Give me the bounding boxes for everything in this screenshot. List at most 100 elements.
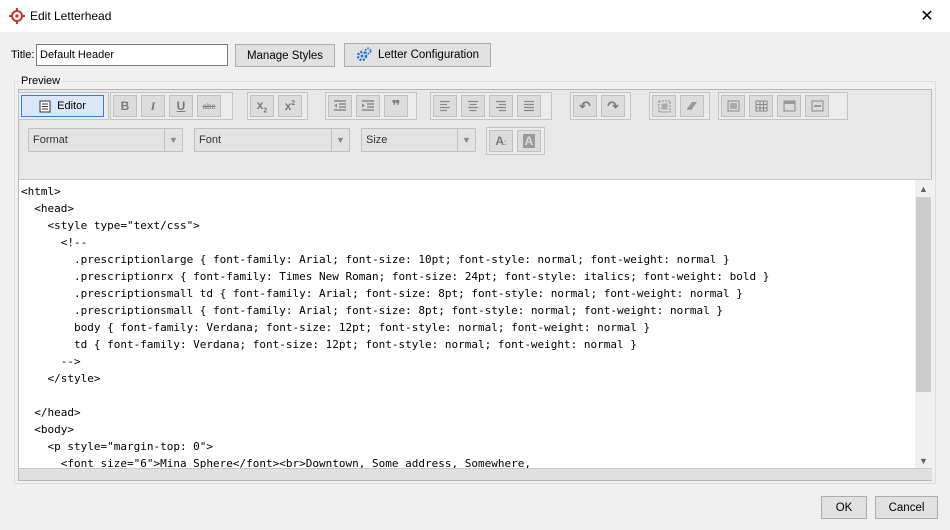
blockquote-button[interactable]: ❞ — [384, 95, 408, 117]
undo-icon: ↶ — [579, 97, 591, 114]
text-style-group: B I U abc — [110, 92, 233, 120]
text-color-icon: A: — [495, 134, 507, 148]
manage-styles-label: Manage Styles — [246, 49, 324, 62]
strikethrough-icon: abc — [202, 101, 216, 111]
manage-styles-button[interactable]: Manage Styles — [235, 44, 335, 67]
document-icon — [39, 100, 51, 112]
indent-button[interactable] — [356, 95, 380, 117]
window-title: Edit Letterhead — [30, 9, 112, 23]
underline-icon: U — [176, 99, 186, 113]
chevron-down-icon: ▼ — [331, 129, 349, 151]
ok-button[interactable]: OK — [821, 496, 867, 519]
font-select-value: Font — [199, 134, 222, 146]
code-line: <p style="margin-top: 0"> — [21, 440, 214, 453]
insert-header-row-button[interactable] — [777, 95, 801, 117]
format-select-value: Format — [33, 134, 68, 146]
scroll-down-icon[interactable]: ▼ — [915, 452, 932, 468]
color-group: A: A — [486, 127, 545, 155]
code-line: <body> — [21, 423, 74, 436]
align-justify-button[interactable] — [517, 95, 541, 117]
horizontal-rule-icon — [811, 100, 823, 112]
select-all-button[interactable] — [652, 95, 676, 117]
size-select-value: Size — [366, 134, 388, 146]
undo-button[interactable]: ↶ — [573, 95, 597, 117]
editor-bottom-strip — [19, 468, 932, 480]
outdent-button[interactable] — [328, 95, 352, 117]
code-line: </head> — [21, 406, 81, 419]
vertical-scrollbar[interactable]: ▲ ▼ — [915, 180, 932, 468]
align-right-button[interactable] — [489, 95, 513, 117]
align-left-button[interactable] — [433, 95, 457, 117]
gears-icon — [356, 47, 372, 62]
header-row-icon — [783, 100, 795, 112]
editor-toggle-button[interactable]: Editor — [21, 95, 104, 117]
html-source-editor[interactable]: <html> <head> <style type="text/css"> <!… — [19, 179, 932, 468]
mode-group: Editor — [18, 92, 109, 120]
superscript-icon: x2 — [284, 99, 296, 113]
letter-configuration-button[interactable]: Letter Configuration — [344, 43, 491, 67]
letter-configuration-label: Letter Configuration — [377, 49, 479, 61]
bold-button[interactable]: B — [113, 95, 137, 117]
subscript-button[interactable]: x2 — [250, 95, 274, 117]
italic-icon: I — [150, 98, 156, 113]
text-color-button[interactable]: A: — [489, 130, 513, 152]
cancel-button[interactable]: Cancel — [875, 496, 938, 519]
target-crosshair-icon — [9, 8, 25, 24]
size-select[interactable]: Size ▼ — [361, 128, 476, 152]
editor-label: Editor — [57, 100, 86, 112]
background-color-icon: A — [522, 134, 536, 148]
align-center-button[interactable] — [461, 95, 485, 117]
preview-label: Preview — [19, 75, 63, 87]
background-color-button[interactable]: A — [517, 130, 541, 152]
script-group: x2 x2 — [247, 92, 308, 120]
table-group — [718, 92, 848, 120]
code-line: .prescriptionrx { font-family: Times New… — [21, 270, 770, 283]
code-line: td { font-family: Verdana; font-size: 12… — [21, 338, 637, 351]
chevron-down-icon: ▼ — [164, 129, 182, 151]
outdent-icon — [334, 100, 346, 111]
code-lines: <html> <head> <style type="text/css"> <!… — [21, 183, 911, 468]
code-line: <font size="6">Mina Sphere</font><br>Dow… — [21, 457, 531, 468]
insert-block-button[interactable] — [721, 95, 745, 117]
indent-icon — [362, 100, 374, 111]
font-select[interactable]: Font ▼ — [194, 128, 350, 152]
cancel-label: Cancel — [888, 501, 925, 514]
indent-group: ❞ — [325, 92, 417, 120]
eraser-icon — [687, 102, 697, 110]
format-select[interactable]: Format ▼ — [28, 128, 183, 152]
strikethrough-button[interactable]: abc — [197, 95, 221, 117]
superscript-button[interactable]: x2 — [278, 95, 302, 117]
history-group: ↶ ↷ — [570, 92, 631, 120]
code-line: <!-- — [21, 236, 88, 249]
code-line: --> — [21, 355, 81, 368]
title-bar: Edit Letterhead ✕ — [0, 0, 950, 32]
code-line: <style type="text/css"> — [21, 219, 200, 232]
scroll-up-icon[interactable]: ▲ — [915, 180, 932, 197]
align-center-icon — [468, 100, 478, 112]
scroll-thumb[interactable] — [916, 197, 931, 392]
title-input[interactable] — [36, 44, 228, 66]
subscript-icon: x2 — [256, 97, 268, 115]
horizontal-rule-button[interactable] — [805, 95, 829, 117]
bold-icon: B — [120, 99, 130, 113]
close-button[interactable]: ✕ — [904, 0, 950, 32]
redo-icon: ↷ — [607, 97, 619, 114]
code-line: </style> — [21, 372, 101, 385]
align-left-icon — [440, 100, 450, 112]
code-line: <head> — [21, 202, 74, 215]
insert-table-button[interactable] — [749, 95, 773, 117]
italic-button[interactable]: I — [141, 95, 165, 117]
code-line: .prescriptionsmall { font-family: Arial;… — [21, 304, 723, 317]
underline-button[interactable]: U — [169, 95, 193, 117]
clear-formatting-button[interactable] — [680, 95, 704, 117]
block-icon — [727, 100, 739, 112]
select-clear-group — [649, 92, 710, 120]
redo-button[interactable]: ↷ — [601, 95, 625, 117]
close-icon: ✕ — [920, 8, 934, 25]
code-line: body { font-family: Verdana; font-size: … — [21, 321, 651, 334]
align-justify-icon — [524, 100, 534, 112]
code-line: <html> — [21, 185, 61, 198]
editor-toolbar: Editor B I U abc x2 x2 ❞ ↶ ↷ — [18, 92, 932, 120]
code-line: .prescriptionsmall td { font-family: Ari… — [21, 287, 743, 300]
